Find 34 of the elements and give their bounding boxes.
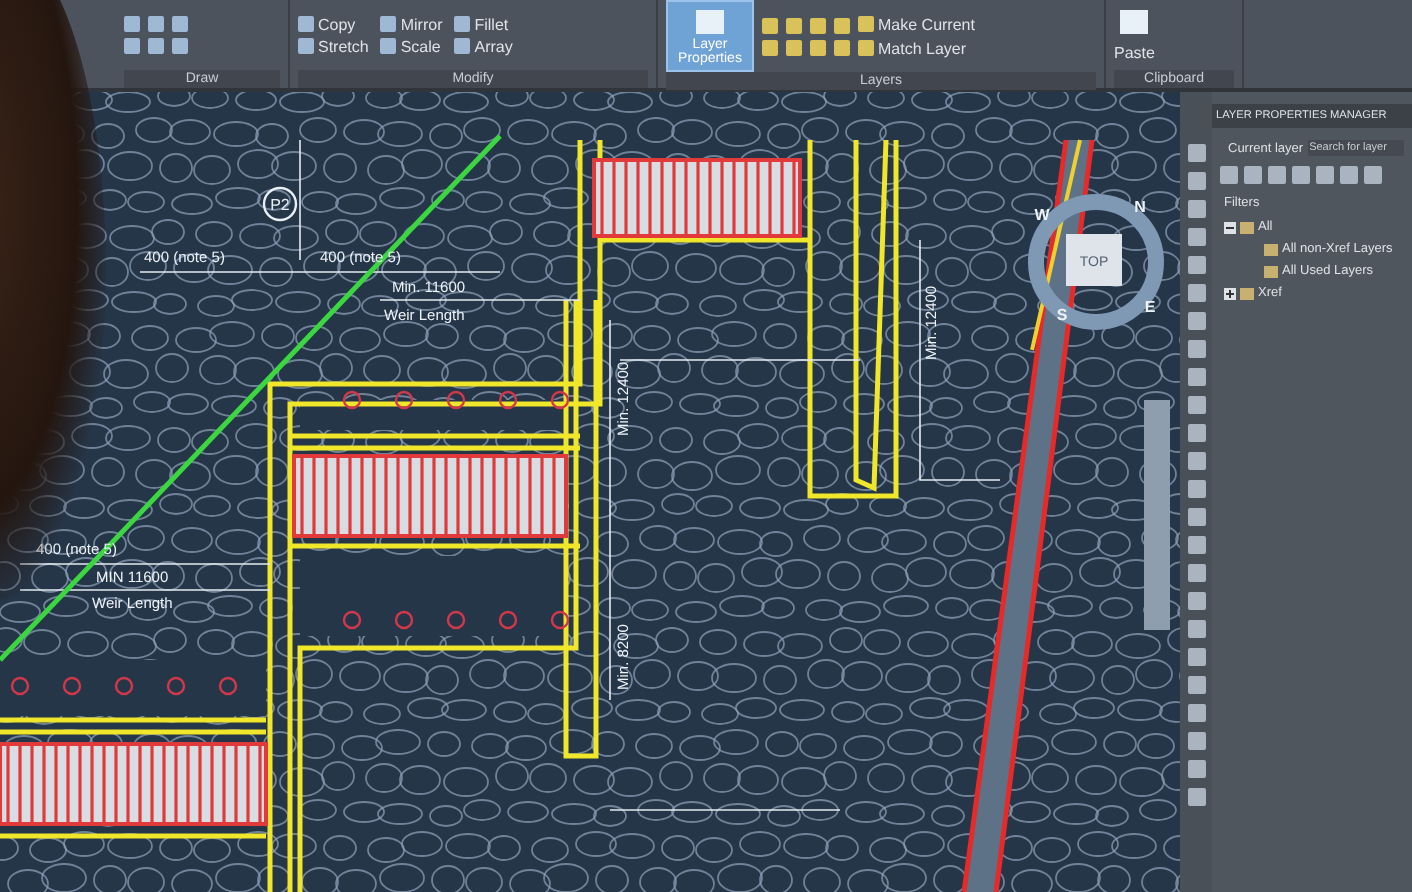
collapse-icon[interactable] — [1224, 221, 1236, 233]
modify-tool-button[interactable]: Scale — [380, 37, 443, 55]
anchor-circle — [446, 610, 466, 630]
anchor-circle — [114, 676, 134, 696]
anchor-circle — [550, 390, 570, 410]
anchor-circle — [342, 390, 362, 410]
anchor-circle — [498, 390, 518, 410]
compass-direction-label: S — [1056, 306, 1068, 324]
modify-tool-button[interactable]: Copy — [298, 15, 369, 33]
anchor-circle — [166, 676, 186, 696]
layer-tool-button[interactable]: Make Current — [858, 15, 975, 33]
compass-direction-label: N — [1134, 198, 1146, 216]
anchor-circle — [498, 610, 518, 630]
compass-direction-label: W — [1034, 206, 1050, 224]
paste-button[interactable]: Paste — [1114, 9, 1155, 61]
modify-tool-button[interactable]: Array — [454, 37, 513, 55]
anchor-circle — [550, 610, 570, 630]
anchor-circle — [342, 610, 362, 630]
compass-direction-label: E — [1144, 298, 1156, 316]
compass-ring[interactable] — [1028, 194, 1164, 330]
marker-label: P2 — [270, 196, 290, 214]
anchor-circle — [10, 676, 30, 696]
anchor-circle — [62, 676, 82, 696]
anchor-circle — [394, 610, 414, 630]
anchor-circle — [394, 390, 414, 410]
expand-icon[interactable] — [1224, 287, 1236, 299]
layer-tool-button[interactable]: Match Layer — [858, 39, 975, 57]
modify-tool-button[interactable]: Mirror — [380, 15, 443, 33]
anchor-circle — [218, 676, 238, 696]
modify-tool-button[interactable]: Stretch — [298, 37, 369, 55]
dimension-line — [299, 139, 301, 261]
marker-circle — [262, 186, 298, 222]
modify-tool-button[interactable]: Fillet — [454, 15, 513, 33]
anchor-circle — [446, 390, 466, 410]
